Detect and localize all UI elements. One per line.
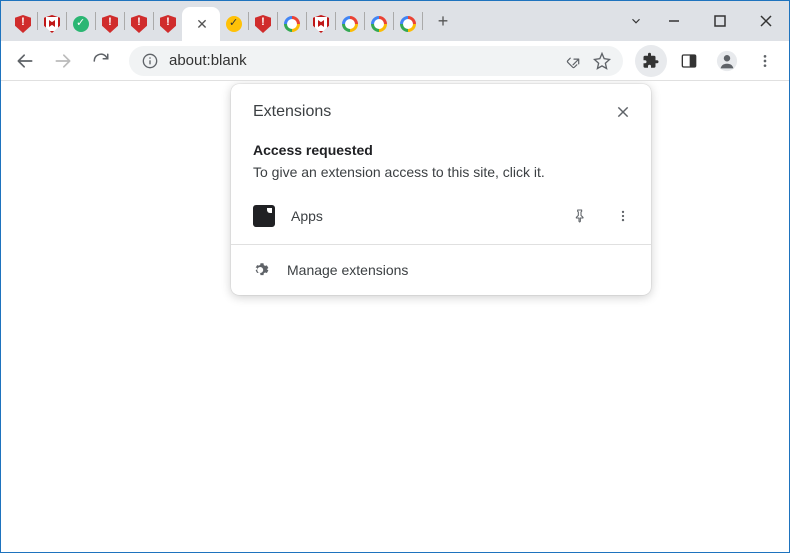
- gear-icon: [253, 261, 271, 279]
- tab-6[interactable]: [154, 10, 182, 38]
- star-icon: [593, 52, 611, 70]
- close-tab-icon[interactable]: ✕: [196, 16, 208, 33]
- sidepanel-icon: [681, 53, 697, 69]
- google-icon: [400, 16, 416, 32]
- tab-3[interactable]: [67, 10, 95, 38]
- share-icon: [566, 53, 582, 69]
- tab-5[interactable]: [125, 10, 153, 38]
- chevron-down-icon: [629, 14, 643, 28]
- profile-button[interactable]: [711, 45, 743, 77]
- tab-8[interactable]: [220, 10, 248, 38]
- maximize-button[interactable]: [697, 1, 743, 41]
- popup-close-button[interactable]: [609, 98, 637, 126]
- apps-extension-icon: [253, 205, 275, 227]
- tab-active[interactable]: ✕: [182, 7, 220, 41]
- norton-icon: [73, 16, 89, 32]
- extensions-button[interactable]: [635, 45, 667, 77]
- mcafee-icon: [313, 15, 329, 33]
- shield-icon: [102, 15, 118, 33]
- divider: [231, 244, 651, 245]
- tab-14[interactable]: [394, 10, 422, 38]
- reload-icon: [92, 52, 110, 70]
- mcafee-icon: [44, 15, 60, 33]
- reload-button[interactable]: [85, 45, 117, 77]
- shield-icon: [160, 15, 176, 33]
- check-icon: [226, 16, 242, 32]
- extension-name: Apps: [291, 208, 549, 224]
- pin-icon: [571, 208, 587, 224]
- minimize-icon: [668, 15, 680, 27]
- puzzle-icon: [642, 52, 660, 70]
- google-icon: [284, 16, 300, 32]
- menu-button[interactable]: [749, 45, 781, 77]
- tab-search-button[interactable]: [621, 1, 651, 41]
- shield-icon: [131, 15, 147, 33]
- kebab-icon: [757, 53, 773, 69]
- popup-description: To give an extension access to this site…: [231, 162, 651, 192]
- extension-row-apps[interactable]: Apps: [231, 192, 651, 240]
- tab-11[interactable]: [307, 10, 335, 38]
- url-text: about:blank: [169, 52, 555, 69]
- tab-strip: ✕ +: [1, 1, 457, 41]
- close-icon: [760, 15, 772, 27]
- forward-button[interactable]: [47, 45, 79, 77]
- minimize-button[interactable]: [651, 1, 697, 41]
- maximize-icon: [714, 15, 726, 27]
- new-tab-button[interactable]: +: [429, 7, 457, 35]
- info-icon: [142, 53, 158, 69]
- arrow-right-icon: [53, 51, 73, 71]
- google-icon: [371, 16, 387, 32]
- extension-menu-button[interactable]: [609, 202, 637, 230]
- tab-12[interactable]: [336, 10, 364, 38]
- kebab-icon: [616, 209, 630, 223]
- pin-extension-button[interactable]: [565, 202, 593, 230]
- toolbar: about:blank: [1, 41, 789, 81]
- page-content: Extensions Access requested To give an e…: [1, 81, 789, 552]
- shield-icon: [255, 15, 271, 33]
- back-button[interactable]: [9, 45, 41, 77]
- profile-icon: [716, 50, 738, 72]
- manage-extensions-row[interactable]: Manage extensions: [231, 249, 651, 291]
- bookmark-button[interactable]: [593, 52, 611, 70]
- extensions-popup: Extensions Access requested To give an e…: [231, 84, 651, 295]
- side-panel-button[interactable]: [673, 45, 705, 77]
- titlebar: ✕ +: [1, 1, 789, 41]
- close-window-button[interactable]: [743, 1, 789, 41]
- tab-1[interactable]: [9, 10, 37, 38]
- google-icon: [342, 16, 358, 32]
- share-button[interactable]: [565, 52, 583, 70]
- tab-9[interactable]: [249, 10, 277, 38]
- close-icon: [616, 105, 630, 119]
- tab-2[interactable]: [38, 10, 66, 38]
- manage-extensions-label: Manage extensions: [287, 262, 408, 278]
- site-info-button[interactable]: [141, 52, 159, 70]
- tab-10[interactable]: [278, 10, 306, 38]
- popup-section-title: Access requested: [231, 136, 651, 162]
- popup-title: Extensions: [253, 103, 331, 121]
- arrow-left-icon: [15, 51, 35, 71]
- tab-4[interactable]: [96, 10, 124, 38]
- address-bar[interactable]: about:blank: [129, 46, 623, 76]
- popup-header: Extensions: [231, 84, 651, 136]
- tab-13[interactable]: [365, 10, 393, 38]
- window-controls: [621, 1, 789, 41]
- shield-icon: [15, 15, 31, 33]
